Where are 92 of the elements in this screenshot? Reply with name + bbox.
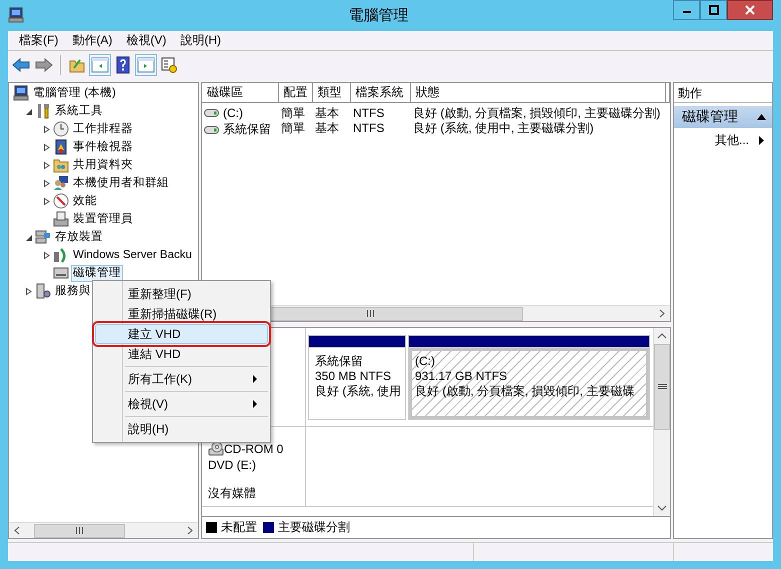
partition-status: 良好 (啟動, 分頁檔案, 損毀傾印, 主要磁碟 <box>415 384 636 399</box>
column-header[interactable]: 配置 <box>278 83 312 102</box>
tree-item[interactable]: 共用資料夾 <box>71 156 135 174</box>
expand-arrow-icon[interactable] <box>42 124 50 134</box>
partition-block[interactable]: 系統保留 350 MB NTFS 良好 (系統, 使用 <box>309 348 405 419</box>
drive-icon <box>204 124 220 134</box>
tree-item[interactable]: 裝置管理員 <box>71 210 135 228</box>
submenu-arrow-icon <box>759 136 764 145</box>
window-title: 電腦管理 <box>348 6 410 25</box>
computer-icon <box>13 85 29 101</box>
pane-button[interactable] <box>135 54 157 76</box>
users-icon <box>53 175 69 191</box>
expand-arrow-icon[interactable] <box>24 286 32 296</box>
partition-size: 350 MB NTFS <box>315 369 392 384</box>
tree-item[interactable]: 磁碟管理 <box>71 264 123 282</box>
menu-item[interactable]: 動作(A) <box>65 31 120 50</box>
action-section[interactable]: 磁碟管理 <box>674 106 772 128</box>
log-icon <box>53 139 69 155</box>
collapse-arrow-icon[interactable] <box>24 106 32 116</box>
column-header[interactable]: 狀態 <box>410 83 665 102</box>
legend-label: 未配置 <box>221 519 257 536</box>
menu-item[interactable]: 建立 VHD <box>95 324 268 344</box>
menu-item[interactable]: 檢視(V) <box>95 394 268 414</box>
partition-size: 931.17 GB NTFS <box>415 369 508 384</box>
table-cell: NTFS <box>350 102 410 121</box>
partition-block[interactable]: (C:) 931.17 GB NTFS 良好 (啟動, 分頁檔案, 損毀傾印, 主要磁碟 <box>409 348 649 419</box>
table-cell: 基本 <box>312 102 350 121</box>
server-icon <box>35 283 51 299</box>
menu-item[interactable]: 說明(H) <box>173 31 228 50</box>
table-cell-text: 良好 (系統, 使用中, 主要磁碟分割) <box>412 121 595 137</box>
device-icon <box>53 211 69 227</box>
horizontal-scrollbar[interactable] <box>9 522 198 538</box>
tree-item[interactable]: 事件檢視器 <box>71 138 135 156</box>
disk-label: 沒有媒體 <box>208 485 257 501</box>
tree-item[interactable]: 系統工具 <box>53 102 105 120</box>
legend-label: 主要磁碟分割 <box>278 519 350 536</box>
table-cell-text: 基本 <box>314 121 340 137</box>
disk-drive-icon <box>53 265 69 281</box>
action-link[interactable]: 其他... <box>714 132 749 149</box>
tools-icon <box>35 103 51 119</box>
maximize-button[interactable] <box>700 0 727 20</box>
drive-icon <box>204 108 220 118</box>
scroll-thumb[interactable] <box>654 344 670 430</box>
partition-name: 系統保留 <box>315 354 364 369</box>
expand-arrow-icon[interactable] <box>42 160 50 170</box>
partition-name: (C:) <box>415 354 436 369</box>
tree-item[interactable]: Windows Server Backu <box>71 246 194 264</box>
tree-item[interactable]: 電腦管理 (本機) <box>31 84 118 102</box>
scroll-thumb[interactable] <box>34 524 126 538</box>
tree-item[interactable]: 服務與 <box>53 282 93 300</box>
pane-button[interactable] <box>89 54 111 76</box>
menu-item[interactable]: 連結 VHD <box>95 344 268 364</box>
submenu-arrow-icon <box>253 400 257 408</box>
table-cell: (C:) <box>223 106 243 120</box>
tree-item[interactable]: 工作排程器 <box>71 120 135 138</box>
gauge-icon <box>53 193 69 209</box>
collapse-arrow-icon[interactable] <box>24 232 32 242</box>
table-cell: 簡單 <box>278 102 312 121</box>
maximize-icon <box>708 5 718 15</box>
tree-item[interactable]: 效能 <box>71 192 99 210</box>
expand-arrow-icon[interactable] <box>42 142 50 152</box>
submenu-arrow-icon <box>253 375 257 383</box>
menu-item[interactable]: 所有工作(K) <box>95 369 268 389</box>
expand-arrow-icon[interactable] <box>42 250 50 260</box>
menu-item[interactable]: 檢視(V) <box>119 31 174 50</box>
partition-status: 良好 (系統, 使用 <box>315 384 399 399</box>
section-title: 磁碟管理 <box>682 108 738 126</box>
table-cell: 系統保留 <box>223 122 271 137</box>
expand-arrow-icon[interactable] <box>42 196 50 206</box>
column-header[interactable]: 檔案系統 <box>350 83 410 102</box>
table-cell: 良好 (啟動, 分頁檔案, 損毀傾印, 主要磁碟分割) <box>410 102 665 121</box>
menu-item[interactable]: 重新整理(F) <box>95 284 268 304</box>
close-icon <box>745 5 755 15</box>
vertical-scrollbar[interactable] <box>653 328 670 516</box>
tree-item[interactable]: 本機使用者和群組 <box>71 174 171 192</box>
table-cell-text: 簡單 <box>280 121 306 137</box>
clock-icon <box>53 121 69 137</box>
storage-icon <box>35 229 51 245</box>
table-cell-text: NTFS <box>352 121 386 137</box>
pane-header: 動作 <box>674 83 772 103</box>
disk-label: DVD (E:) <box>208 457 257 473</box>
close-button[interactable] <box>727 0 773 20</box>
menu-item[interactable]: 說明(H) <box>95 419 268 439</box>
expand-arrow-icon[interactable] <box>42 178 50 188</box>
column-header[interactable]: 類型 <box>312 83 350 102</box>
folder-icon <box>53 157 69 173</box>
minimize-button[interactable] <box>673 0 700 20</box>
menu-item[interactable]: 重新掃描磁碟(R) <box>95 304 268 324</box>
computer-icon <box>8 7 24 23</box>
column-header[interactable]: 磁碟區 <box>202 83 278 102</box>
tree-item[interactable]: 存放裝置 <box>53 228 105 246</box>
menu-item[interactable]: 檔案(F) <box>12 31 66 50</box>
